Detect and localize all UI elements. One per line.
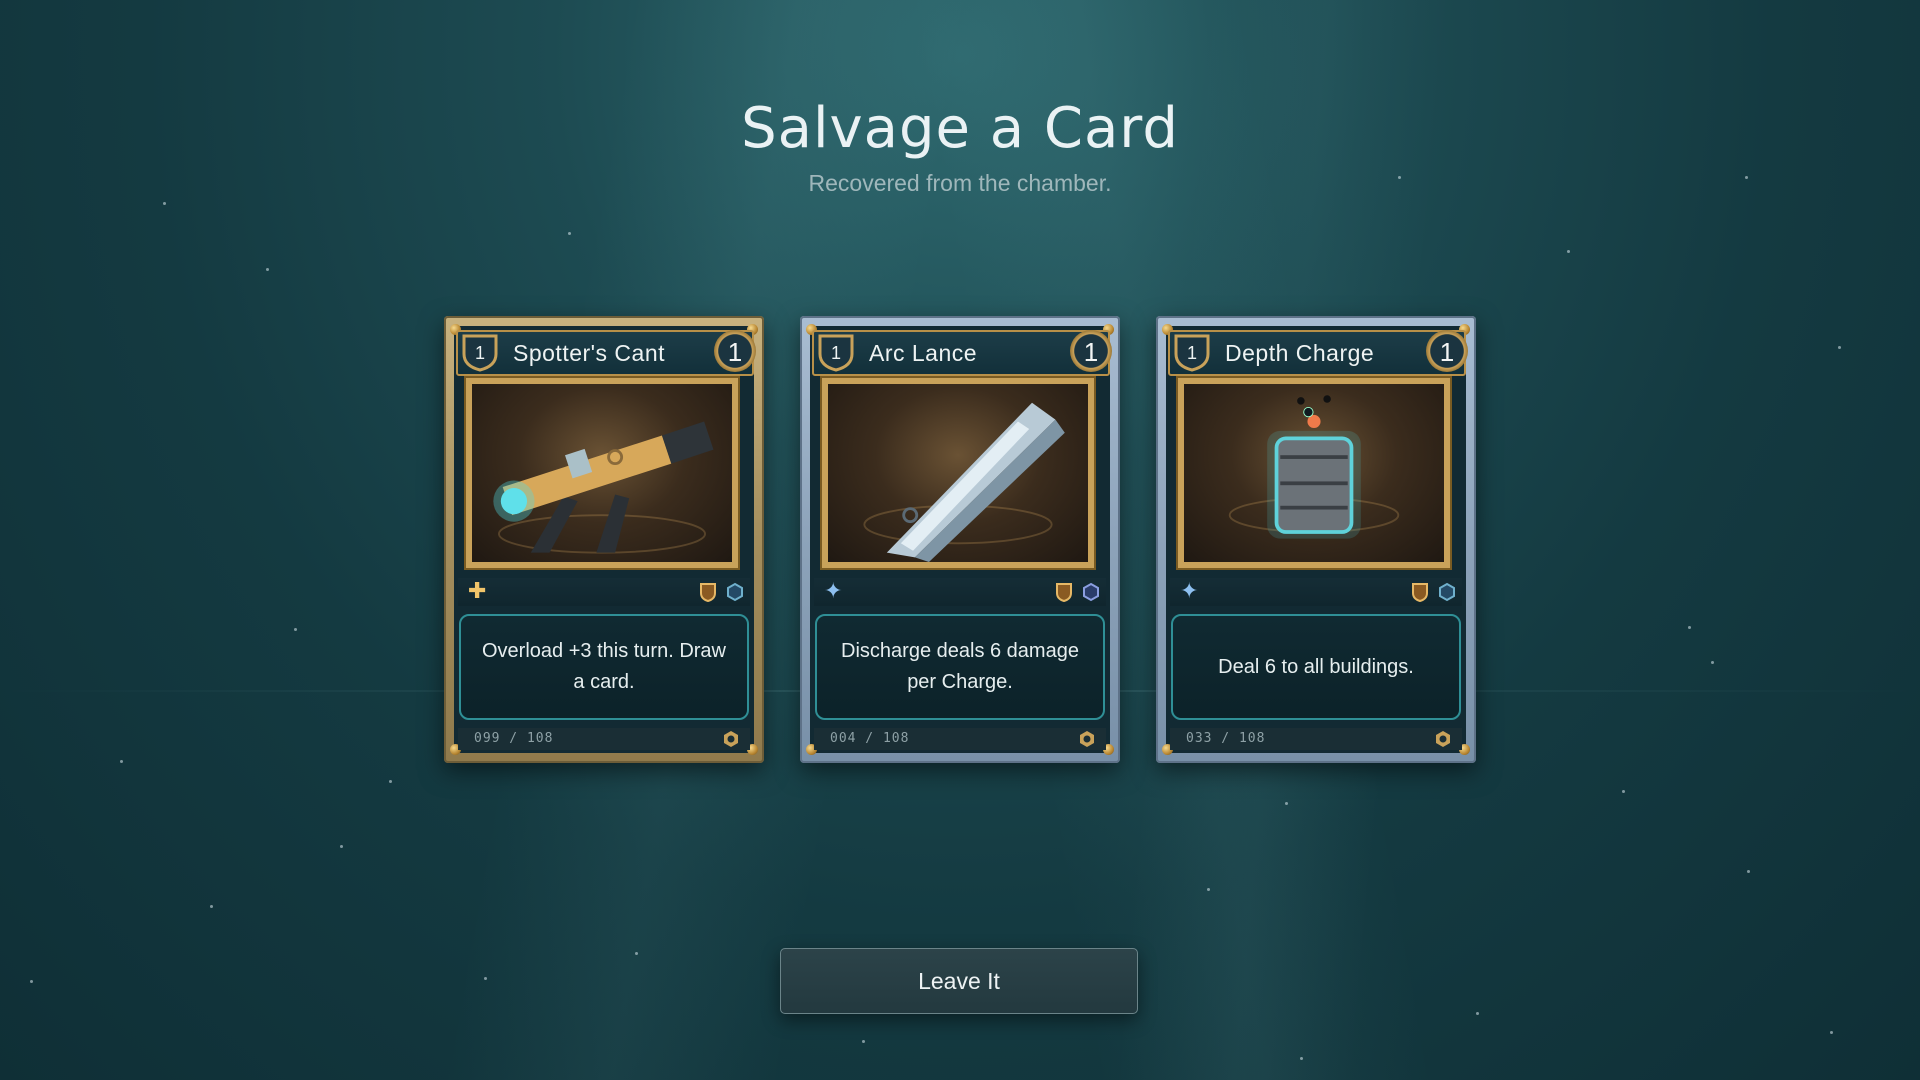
level-shield-icon: 1 [462,334,498,372]
card-name-bar: 1 Arc Lance 1 [812,330,1112,376]
card-name-bar: 1 Depth Charge 1 [1168,330,1468,376]
card-serial: 099 / 108 [474,731,554,746]
card-name: Spotter's Cant [513,340,666,366]
card-icon-row: ✦ [1170,578,1462,606]
card-name: Arc Lance [869,340,978,366]
card-art-lance [820,376,1096,570]
card-serial: 033 / 108 [1186,731,1266,746]
card-name: Depth Charge [1225,340,1375,366]
card-serial: 004 / 108 [830,731,910,746]
shield-badge-icon [1055,582,1072,602]
card-description: Discharge deals 6 damage per Charge. [815,614,1105,720]
shield-badge-icon [1411,582,1428,602]
hexagon-badge-icon [1083,582,1099,601]
level-shield-icon: 1 [1174,334,1210,372]
svg-text:1: 1 [475,343,485,363]
hexagon-badge-icon [727,582,743,601]
card-cost: 1 [1426,330,1468,372]
card-name-bar: 1 Spotter's Cant 1 [456,330,756,376]
card-icon-row: ✦ [814,578,1106,606]
level-shield-icon: 1 [818,334,854,372]
card-footer: 033 / 108 [1170,728,1462,750]
card-art-barrel [1176,376,1452,570]
hexagon-badge-icon [1439,582,1455,601]
card-icon-row: ✚ [458,578,750,606]
gear-icon [1436,731,1450,747]
shield-badge-icon [699,582,716,602]
card-cost: 1 [1070,330,1112,372]
sparkle-icon: ✦ [824,579,843,604]
gear-icon [1080,731,1094,747]
svg-text:1: 1 [831,343,841,363]
card-art-telescope [464,376,740,570]
sparkle-icon: ✦ [1180,579,1199,604]
card-depth-charge[interactable]: 1 Depth Charge 1 ✦ Deal 6 to all buildin… [1156,316,1476,763]
leave-it-button[interactable]: Leave It [780,948,1138,1014]
page-title: Salvage a Card [741,96,1179,161]
page-subtitle: Recovered from the chamber. [808,170,1112,196]
plus-icon: ✚ [468,579,487,604]
svg-text:1: 1 [1187,343,1197,363]
card-description: Overload +3 this turn. Draw a card. [459,614,749,720]
card-description: Deal 6 to all buildings. [1171,614,1461,720]
card-cost: 1 [714,330,756,372]
card-spotters-cant[interactable]: 1 Spotter's Cant 1 ✚ Overload +3 this tu… [444,316,764,763]
card-footer: 099 / 108 [458,728,750,750]
card-footer: 004 / 108 [814,728,1106,750]
gear-icon [724,731,738,747]
card-arc-lance[interactable]: 1 Arc Lance 1 ✦ Discharge deals 6 damage… [800,316,1120,763]
